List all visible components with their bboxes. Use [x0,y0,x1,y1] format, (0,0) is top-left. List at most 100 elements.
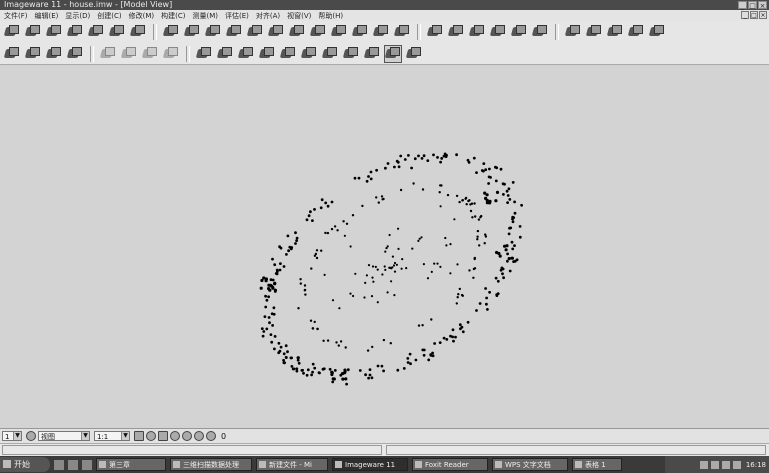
scan-point [365,274,368,277]
cloud-icon[interactable] [162,46,179,62]
lock-icon[interactable] [194,431,204,441]
align-icon[interactable] [393,24,410,40]
menu-construct[interactable]: 构建(C) [161,11,185,21]
export-icon[interactable] [66,24,83,40]
grid-icon[interactable] [134,431,144,441]
ime-icon[interactable] [721,460,730,469]
scan-point [399,154,403,158]
task-button[interactable]: 第三章 [96,458,166,471]
menu-modify[interactable]: 修改(M) [129,11,155,21]
globe-icon[interactable] [146,431,156,441]
arrow-icon[interactable] [141,46,158,62]
plane-icon[interactable] [510,24,527,40]
spline-icon[interactable] [237,46,254,62]
copy-icon[interactable] [87,24,104,40]
layer-combo[interactable]: 1 ▼ [2,431,22,441]
loft-icon[interactable] [648,24,665,40]
extrude-icon[interactable] [606,24,623,40]
view-icon[interactable] [26,431,36,441]
menu-align[interactable]: 对齐(A) [256,11,280,21]
antivirus-icon[interactable] [732,460,741,469]
measure-icon[interactable] [489,24,506,40]
sphere-icon[interactable] [564,24,581,40]
menu-file[interactable]: 文件(F) [4,11,28,21]
menu-edit[interactable]: 编辑(E) [35,11,59,21]
cone-icon[interactable] [585,24,602,40]
menu-evaluate[interactable]: 评估(E) [225,11,249,21]
zigzag-icon[interactable] [321,46,338,62]
menu-display[interactable]: 显示(D) [65,11,90,21]
menu-help[interactable]: 帮助(H) [318,11,343,21]
task-button-active[interactable]: Imageware 11 [332,458,408,471]
curve-icon[interactable] [204,24,221,40]
compare-icon[interactable] [447,24,464,40]
grid-icon[interactable] [195,46,212,62]
surface-icon[interactable] [129,24,146,40]
lightning-icon[interactable] [216,46,233,62]
triangle-icon[interactable] [372,24,389,40]
rotate-icon[interactable] [24,46,41,62]
task-button[interactable]: 表格 1 [572,458,622,471]
mesh-icon[interactable] [351,24,368,40]
sample-icon[interactable] [246,24,263,40]
menu-window[interactable]: 视窗(V) [287,11,311,21]
link-icon[interactable] [300,46,317,62]
mdi-close-button[interactable]: × [759,11,767,19]
close-button[interactable]: × [758,1,767,10]
cylinder-icon[interactable] [531,24,548,40]
view-combo[interactable]: 视图 ▼ [38,431,90,441]
browser-icon[interactable] [68,459,78,470]
scale-combo[interactable]: 1:1 ▼ [94,431,130,441]
network-icon[interactable] [699,460,708,469]
layer-icon[interactable] [108,24,125,40]
title-bar: Imageware 11 - house.imw - [Model View] … [0,0,769,10]
mirror-icon[interactable] [66,46,83,62]
task-button[interactable]: WPS 文字文档 [492,458,568,471]
start-button[interactable]: 开始 [0,457,50,472]
vertex-icon[interactable] [279,46,296,62]
no-entry-icon[interactable] [182,431,192,441]
menu-create[interactable]: 创建(C) [97,11,121,21]
revolve-icon[interactable] [627,24,644,40]
pin-icon[interactable] [158,431,168,441]
point-cloud-icon[interactable] [183,24,200,40]
undo-icon[interactable] [99,46,116,62]
move-icon[interactable] [3,46,20,62]
scan-point [338,307,341,310]
mdi-restore-button[interactable]: □ [750,11,758,19]
task-button[interactable]: Foxit Reader [412,458,488,471]
point-cloud-view[interactable] [0,67,769,427]
register-icon[interactable] [426,24,443,40]
minimize-button[interactable]: _ [738,1,747,10]
section-icon[interactable] [225,24,242,40]
task-button[interactable]: 新建文件 - Mi [256,458,328,471]
offset-icon[interactable] [309,24,326,40]
deviation-icon[interactable] [468,24,485,40]
media-icon[interactable] [82,459,92,470]
scan-point [311,362,315,366]
ruler-icon[interactable] [342,46,359,62]
import-icon[interactable] [45,24,62,40]
trim-icon[interactable] [288,24,305,40]
render-icon[interactable] [170,431,180,441]
redo-icon[interactable] [120,46,137,62]
scan-icon[interactable] [330,24,347,40]
scale-icon[interactable] [45,46,62,62]
save-icon[interactable] [24,24,41,40]
cross-icon[interactable] [363,46,380,62]
task-button[interactable]: 三维扫描数据处理 [170,458,252,471]
open-icon[interactable] [3,24,20,40]
mdi-minimize-button[interactable]: _ [741,11,749,19]
desktop-icon[interactable] [54,459,64,470]
palette-icon[interactable] [405,46,422,62]
maximize-button[interactable]: □ [748,1,757,10]
filter-icon[interactable] [206,431,216,441]
no-entry-icon[interactable] [384,44,402,63]
scan-point [429,354,433,357]
volume-icon[interactable] [710,460,719,469]
angle-icon[interactable] [258,46,275,62]
fit-icon[interactable] [267,24,284,40]
model-viewport[interactable] [0,67,769,427]
shade-icon[interactable] [162,24,179,40]
menu-measure[interactable]: 测量(M) [192,11,218,21]
